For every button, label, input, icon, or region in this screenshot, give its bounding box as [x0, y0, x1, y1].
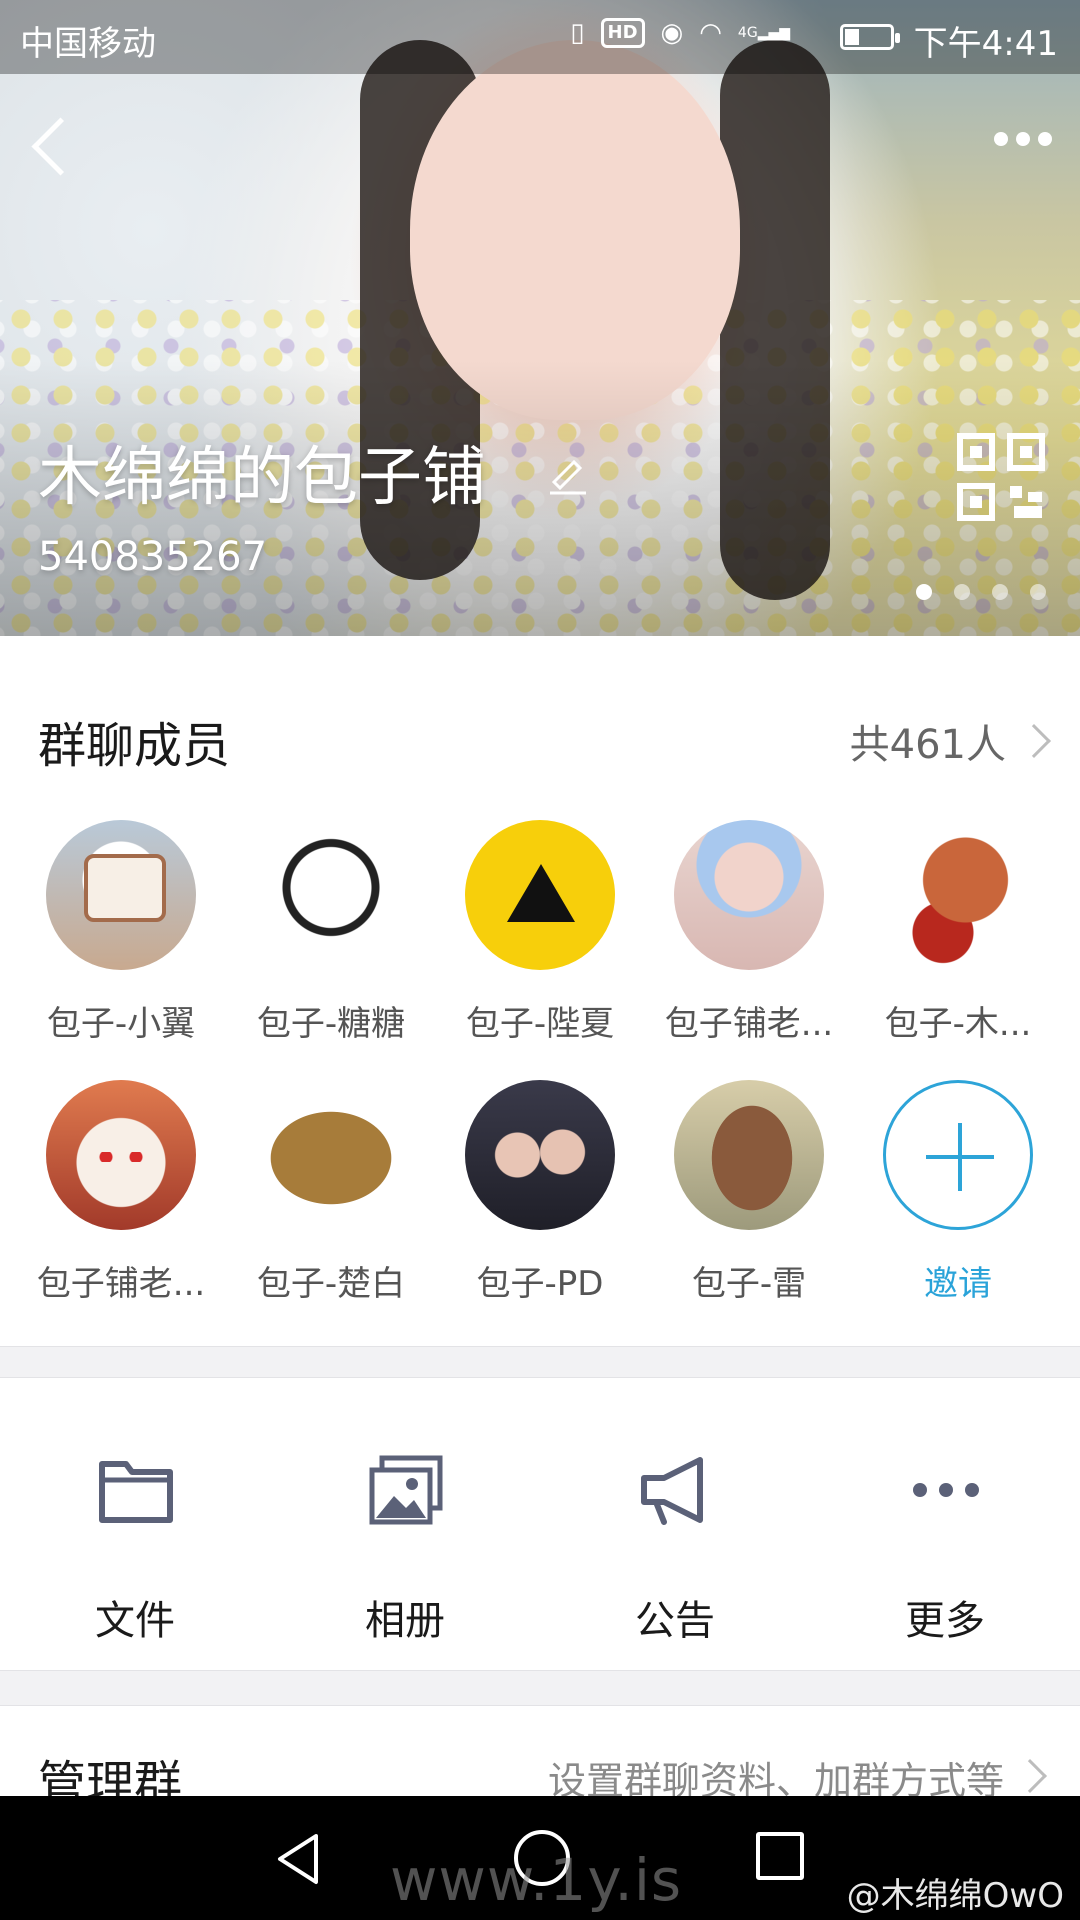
- weibo-watermark: @木绵绵OwO: [846, 1876, 1064, 1916]
- page-dot: [992, 584, 1008, 600]
- member-item[interactable]: 包子-陛夏: [435, 820, 645, 1045]
- album-button[interactable]: 相册: [270, 1378, 540, 1670]
- announcement-label: 公告: [635, 1598, 715, 1644]
- member-avatar: [256, 1080, 406, 1230]
- chevron-right-icon: [1017, 724, 1051, 758]
- files-button[interactable]: 文件: [0, 1378, 270, 1670]
- system-navigation-bar: www.1y.is @木绵绵OwO: [0, 1796, 1080, 1920]
- invite-member-button[interactable]: 邀请: [853, 1080, 1063, 1305]
- group-functions-grid: 文件 相册 公告 更多: [0, 1378, 1080, 1670]
- member-avatar: [46, 1080, 196, 1230]
- member-item[interactable]: 包子铺老...: [16, 1080, 226, 1305]
- qr-code-icon[interactable]: [956, 432, 1046, 522]
- back-arrow-icon[interactable]: [24, 116, 72, 180]
- member-name: 包子-陛夏: [465, 1004, 615, 1044]
- member-item[interactable]: 包子-小翼: [16, 820, 226, 1045]
- more-functions-button[interactable]: 更多: [810, 1378, 1080, 1670]
- hd-icon: HD: [600, 18, 645, 48]
- member-item[interactable]: 包子-楚白: [226, 1080, 436, 1305]
- more-dot: [1016, 132, 1030, 146]
- member-name: 包子-雷: [691, 1264, 807, 1304]
- nav-recent-apps-icon[interactable]: [756, 1832, 804, 1880]
- section-divider: [0, 1346, 1080, 1378]
- manage-group-description: 设置群聊资料、加群方式等: [547, 1759, 1004, 1796]
- status-bar: 中国移动 ▯ HD ◉ ◠ 4G▂▄▆ 下午4:41: [0, 0, 1080, 74]
- page-dot: [1030, 584, 1046, 600]
- chevron-right-icon: [1013, 1759, 1047, 1793]
- signal-icon: 4G▂▄▆: [737, 25, 790, 41]
- battery-icon: [840, 24, 900, 50]
- more-dot: [1038, 132, 1052, 146]
- nav-back-icon[interactable]: [274, 1832, 324, 1886]
- member-item[interactable]: 包子-木...: [853, 820, 1063, 1045]
- group-name-title: 木绵绵的包子铺: [38, 441, 486, 515]
- members-count: 共461人: [849, 722, 1006, 768]
- member-avatar: [46, 820, 196, 970]
- manage-group-title: 管理群: [38, 1756, 183, 1796]
- member-avatar: [674, 1080, 824, 1230]
- album-label: 相册: [365, 1598, 445, 1644]
- member-avatar: [256, 820, 406, 970]
- member-name: 包子-楚白: [256, 1264, 406, 1304]
- more-options-button[interactable]: [994, 132, 1052, 146]
- member-avatar: [674, 820, 824, 970]
- section-divider: [0, 1670, 1080, 1706]
- status-icons: ▯ HD ◉ ◠ 4G▂▄▆: [570, 18, 790, 48]
- member-avatar: [465, 1080, 615, 1230]
- wifi-icon: ◠: [699, 18, 722, 48]
- member-name: 包子-PD: [476, 1264, 604, 1304]
- carrier-label: 中国移动: [20, 24, 156, 64]
- member-name: 包子铺老...: [664, 1004, 834, 1044]
- member-item[interactable]: 包子铺老...: [644, 820, 854, 1045]
- files-label: 文件: [95, 1598, 175, 1644]
- members-section-title: 群聊成员: [38, 718, 231, 774]
- announcement-button[interactable]: 公告: [540, 1378, 810, 1670]
- megaphone-icon: [641, 1457, 703, 1525]
- member-item[interactable]: 包子-PD: [435, 1080, 645, 1305]
- folder-icon: [99, 1461, 173, 1523]
- member-name: 包子-木...: [884, 1004, 1032, 1044]
- eye-icon: ◉: [660, 18, 684, 48]
- album-icon: [369, 1455, 443, 1525]
- network-type-label: 4G: [737, 25, 758, 41]
- clock-label: 下午4:41: [913, 24, 1058, 64]
- more-label: 更多: [905, 1598, 985, 1644]
- group-members-section: 群聊成员 共461人 包子-小翼 包子-糖糖 包子-陛夏 包子铺老... 包子-…: [0, 636, 1080, 1346]
- page-dot: [954, 584, 970, 600]
- members-count-link[interactable]: 共461人: [849, 712, 1051, 770]
- member-name: 包子-糖糖: [256, 1004, 406, 1044]
- cover-page-indicator: [916, 584, 1046, 600]
- member-name: 包子铺老...: [36, 1264, 206, 1304]
- more-dots-icon: [913, 1483, 979, 1497]
- member-name: 包子-小翼: [46, 1004, 196, 1044]
- group-id-label: 540835267: [38, 534, 268, 580]
- member-item[interactable]: 包子-雷: [644, 1080, 854, 1305]
- manage-group-row[interactable]: 管理群 设置群聊资料、加群方式等: [0, 1706, 1080, 1796]
- member-avatar: [883, 820, 1033, 970]
- member-avatar: [465, 820, 615, 970]
- page-dot-active: [916, 584, 932, 600]
- member-item[interactable]: 包子-糖糖: [226, 820, 436, 1045]
- plus-icon: [883, 1080, 1033, 1230]
- site-watermark: www.1y.is: [390, 1846, 683, 1914]
- more-dot: [994, 132, 1008, 146]
- invite-label: 邀请: [924, 1264, 992, 1304]
- edit-pencil-icon[interactable]: [546, 452, 590, 496]
- vibrate-icon: ▯: [570, 18, 585, 48]
